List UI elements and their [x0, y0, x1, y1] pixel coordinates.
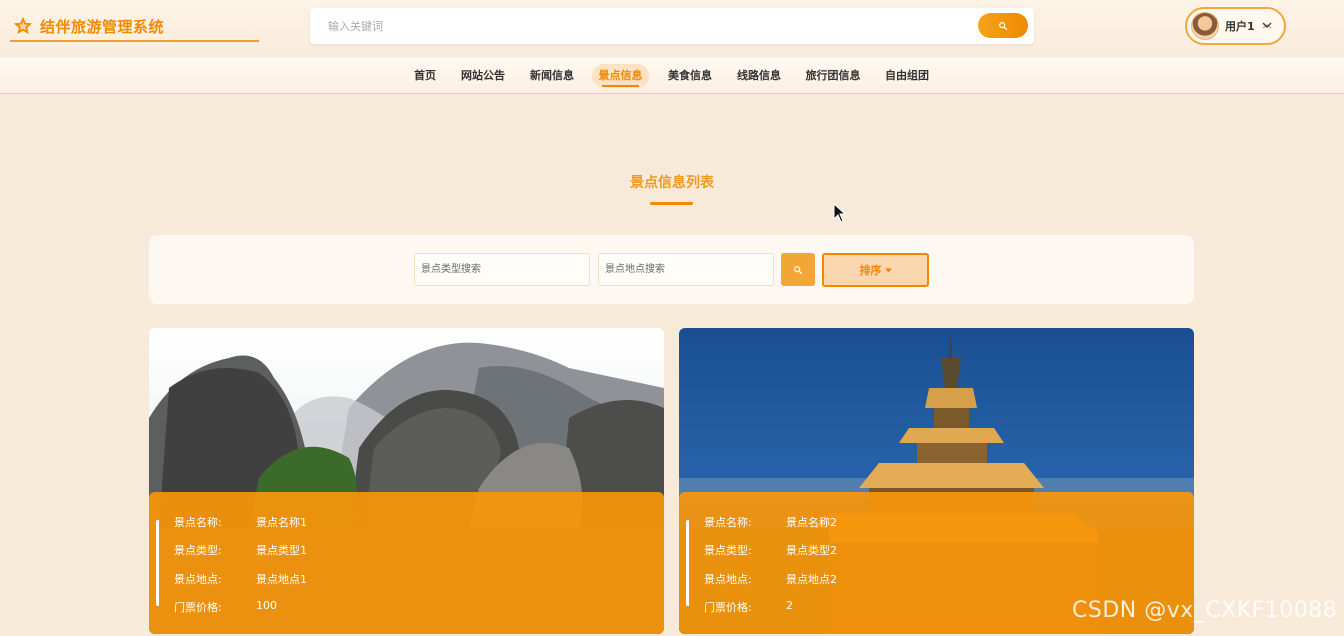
nav-item-free-groups[interactable]: 自由组团 [879, 64, 935, 88]
top-header: 结伴旅游管理系统 用户1 [0, 0, 1344, 58]
nav-item-home[interactable]: 首页 [405, 64, 445, 88]
search-icon [999, 21, 1008, 30]
info-label: 景点地点: [704, 573, 752, 586]
info-row: 景点地点: 景点地点1 [174, 571, 307, 587]
info-label: 门票价格: [174, 601, 222, 614]
nav-list: 首页 网站公告 新闻信息 景点信息 美食信息 线路信息 旅行团信息 自由组团 [0, 58, 1344, 94]
info-value: 景点地点2 [786, 573, 837, 586]
attraction-card[interactable]: 景点名称: 景点名称1 景点类型: 景点类型1 景点地点: 景点地点1 门票价格… [149, 328, 664, 634]
search-icon [794, 265, 803, 274]
info-row: 景点地点: 景点地点2 [704, 571, 837, 587]
caret-down-icon [884, 267, 892, 273]
mouse-cursor-icon [833, 203, 847, 223]
info-row: 景点名称: 景点名称1 [174, 514, 307, 530]
info-rail [156, 520, 160, 606]
info-value: 景点类型1 [256, 544, 307, 557]
sort-button[interactable]: 排序 [822, 253, 929, 287]
info-rail [686, 520, 690, 606]
page-title: 景点信息列表 [630, 175, 714, 191]
info-label: 景点地点: [174, 573, 222, 586]
info-row: 景点名称: 景点名称2 [704, 514, 837, 530]
nav-item-tour-groups[interactable]: 旅行团信息 [800, 64, 866, 88]
nav-item-food[interactable]: 美食信息 [662, 64, 718, 88]
nav-item-attractions[interactable]: 景点信息 [592, 64, 649, 88]
chevron-down-icon [1262, 22, 1272, 29]
main-nav: 首页 网站公告 新闻信息 景点信息 美食信息 线路信息 旅行团信息 自由组团 [0, 58, 1344, 94]
info-value: 景点名称1 [256, 516, 307, 529]
user-name: 用户1 [1225, 20, 1255, 33]
sort-label: 排序 [859, 264, 882, 277]
app-title: 结伴旅游管理系统 [40, 17, 165, 36]
nav-item-routes[interactable]: 线路信息 [731, 64, 787, 88]
info-value: 景点类型2 [786, 544, 837, 557]
logo[interactable]: 结伴旅游管理系统 [12, 10, 164, 42]
info-value: 100 [256, 599, 277, 612]
location-search-input[interactable] [598, 253, 774, 286]
info-label: 景点类型: [174, 544, 222, 557]
type-search-input[interactable] [414, 253, 590, 286]
filter-search-button[interactable] [781, 253, 815, 286]
nav-item-announcements[interactable]: 网站公告 [455, 64, 511, 88]
info-value: 景点地点1 [256, 573, 307, 586]
filter-panel: 排序 [149, 235, 1194, 304]
info-row: 门票价格: 100 [174, 599, 277, 615]
attraction-card[interactable]: 景点名称: 景点名称2 景点类型: 景点类型2 景点地点: 景点地点2 门票价格… [679, 328, 1194, 634]
card-info-panel: 景点名称: 景点名称1 景点类型: 景点类型1 景点地点: 景点地点1 门票价格… [149, 492, 664, 634]
nav-item-news[interactable]: 新闻信息 [524, 64, 580, 88]
search-bar [310, 8, 1034, 44]
info-row: 景点类型: 景点类型2 [704, 542, 837, 558]
watermark: CSDN @vx_CXKF10088 [1072, 598, 1338, 623]
star-icon [13, 16, 33, 35]
info-label: 景点名称: [704, 516, 752, 529]
info-label: 景点名称: [174, 516, 222, 529]
user-menu[interactable]: 用户1 [1185, 7, 1286, 45]
info-label: 门票价格: [704, 601, 752, 614]
title-underline [650, 202, 693, 205]
info-value: 2 [786, 599, 793, 612]
info-row: 景点类型: 景点类型1 [174, 542, 307, 558]
search-button[interactable] [978, 13, 1028, 38]
info-value: 景点名称2 [786, 516, 837, 529]
avatar [1191, 12, 1219, 40]
search-input[interactable] [318, 12, 968, 40]
info-label: 景点类型: [704, 544, 752, 557]
info-row: 门票价格: 2 [704, 599, 793, 615]
logo-underline [10, 40, 259, 42]
